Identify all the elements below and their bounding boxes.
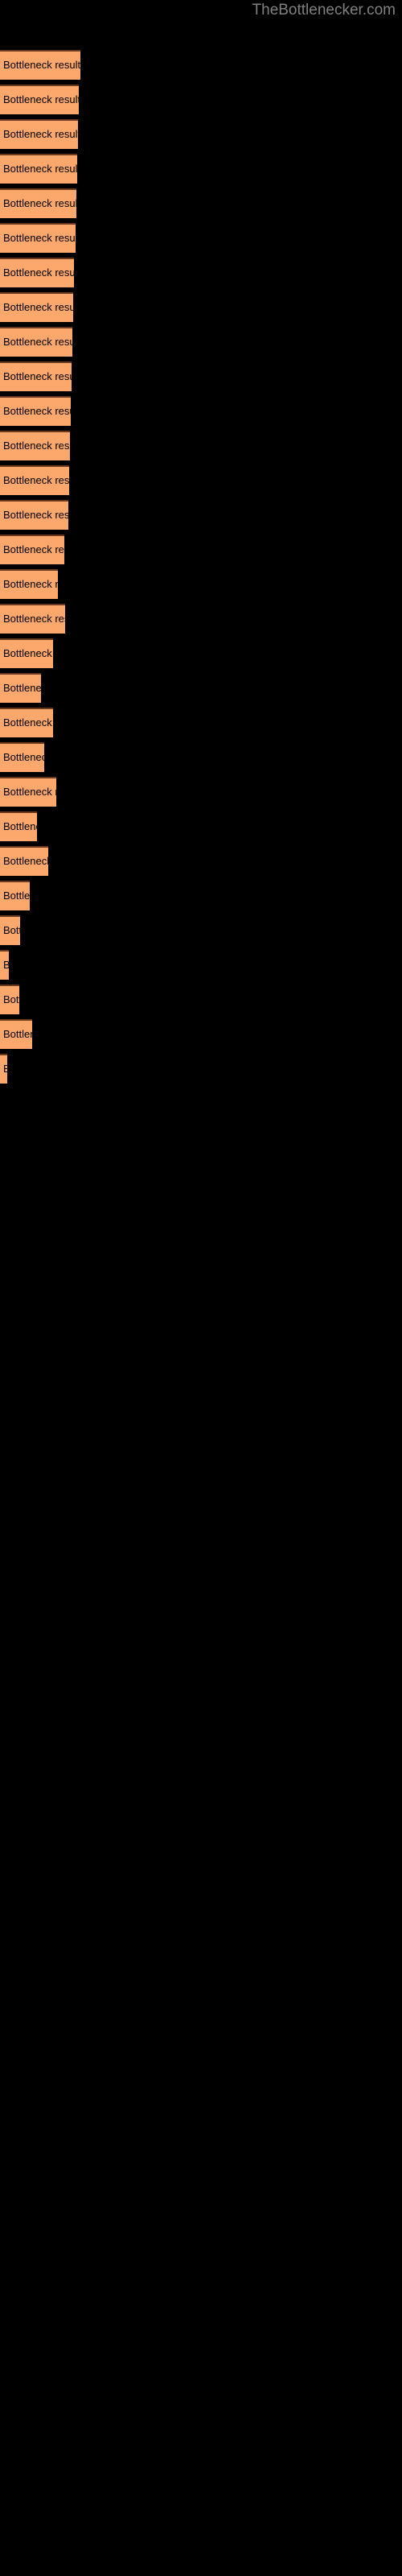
bar-label: Bottleneck result [3,266,74,279]
bar-label: Bottleneck result [3,890,30,902]
bar-label: Bottleneck result [3,682,41,694]
bottleneck-result-bar[interactable]: Bottleneck result [0,638,53,668]
bottleneck-result-bar[interactable]: Bottleneck result [0,327,72,357]
bottleneck-result-bar[interactable]: Bottleneck result [0,223,76,253]
bar-label: Bottleneck result [3,370,72,382]
bottleneck-result-bar[interactable]: Bottleneck result [0,50,80,80]
bar-label: Bottleneck result [3,163,77,175]
bottleneck-result-bar[interactable]: Bottleneck result [0,881,30,910]
bar-label: Bottleneck result [3,232,76,244]
bottleneck-result-bar[interactable]: Bottleneck result [0,811,37,841]
bar-label: Bottleneck result [3,543,64,555]
bottleneck-result-bar[interactable]: Bottleneck result [0,673,41,703]
bottleneck-result-bar[interactable]: Bottleneck result [0,292,73,322]
bottleneck-result-bar[interactable]: Bottleneck result [0,708,53,737]
bar-label: Bottleneck result [3,59,80,71]
bar-label: Bottleneck result [3,578,58,590]
bottleneck-bar-chart: Bottleneck result Bottleneck result Bottle… [0,0,402,2576]
bar-label: Bottleneck result [3,474,69,486]
bottleneck-result-bar[interactable]: Bottleneck result [0,431,70,460]
bottleneck-result-bar[interactable]: Bottleneck result [0,258,74,287]
bottleneck-result-bar[interactable]: Bottleneck result [0,119,78,149]
bottleneck-result-bar[interactable]: Bottleneck result [0,950,9,980]
bar-label: Bottleneck result [3,93,79,105]
bar-label: Bottleneck result [3,128,78,140]
bottleneck-result-bar[interactable]: Bottleneck result [0,569,58,599]
bar-label: Bottleneck result [3,716,53,729]
bottleneck-result-bar[interactable]: Bottleneck result [0,1019,32,1049]
bottleneck-result-bar[interactable]: Bottleneck result [0,777,56,807]
bottleneck-result-bar[interactable]: Bottleneck result [0,188,76,218]
bottleneck-result-bar[interactable]: Bottleneck result [0,396,71,426]
bar-label: Bottleneck result [3,197,76,209]
bottleneck-result-bar[interactable]: Bottleneck result [0,500,68,530]
bottleneck-result-bar[interactable]: Bottleneck result [0,535,64,564]
bar-label: Bottleneck result [3,440,70,452]
bar-label: Bottleneck result [3,647,53,659]
bottleneck-result-bar[interactable]: Bottleneck result [0,604,65,634]
bar-label: Bottleneck result [3,301,73,313]
bar-label: Bottleneck result [3,1063,7,1075]
bar-label: Bottleneck result [3,786,56,798]
bottleneck-result-bar[interactable]: Bottleneck result [0,846,48,876]
bar-label: Bottleneck result [3,820,37,832]
bar-label: Bottleneck result [3,959,9,972]
bottleneck-result-bar[interactable]: Bottleneck result [0,361,72,391]
bar-label: Bottleneck result [3,751,44,763]
bar-label: Bottleneck result [3,855,48,867]
bottleneck-result-bar[interactable]: Bottleneck result [0,742,44,772]
bottleneck-result-bar[interactable]: Bottleneck result [0,915,20,945]
bar-label: Bottleneck result [3,336,72,348]
bar-label: Bottleneck result [3,509,68,521]
bottleneck-result-bar[interactable]: Bottleneck result [0,1054,7,1084]
bar-label: Bottleneck result [3,924,20,936]
bar-label: Bottleneck result [3,1028,32,1040]
bar-label: Bottleneck result [3,613,65,625]
bar-label: Bottleneck result [3,405,71,417]
bottleneck-result-bar[interactable]: Bottleneck result [0,154,77,184]
bottleneck-result-bar[interactable]: Bottleneck result [0,465,69,495]
bottleneck-result-bar[interactable]: Bottleneck result [0,85,79,114]
bottleneck-result-bar[interactable]: Bottleneck result [0,985,19,1014]
bar-label: Bottleneck result [3,993,19,1005]
